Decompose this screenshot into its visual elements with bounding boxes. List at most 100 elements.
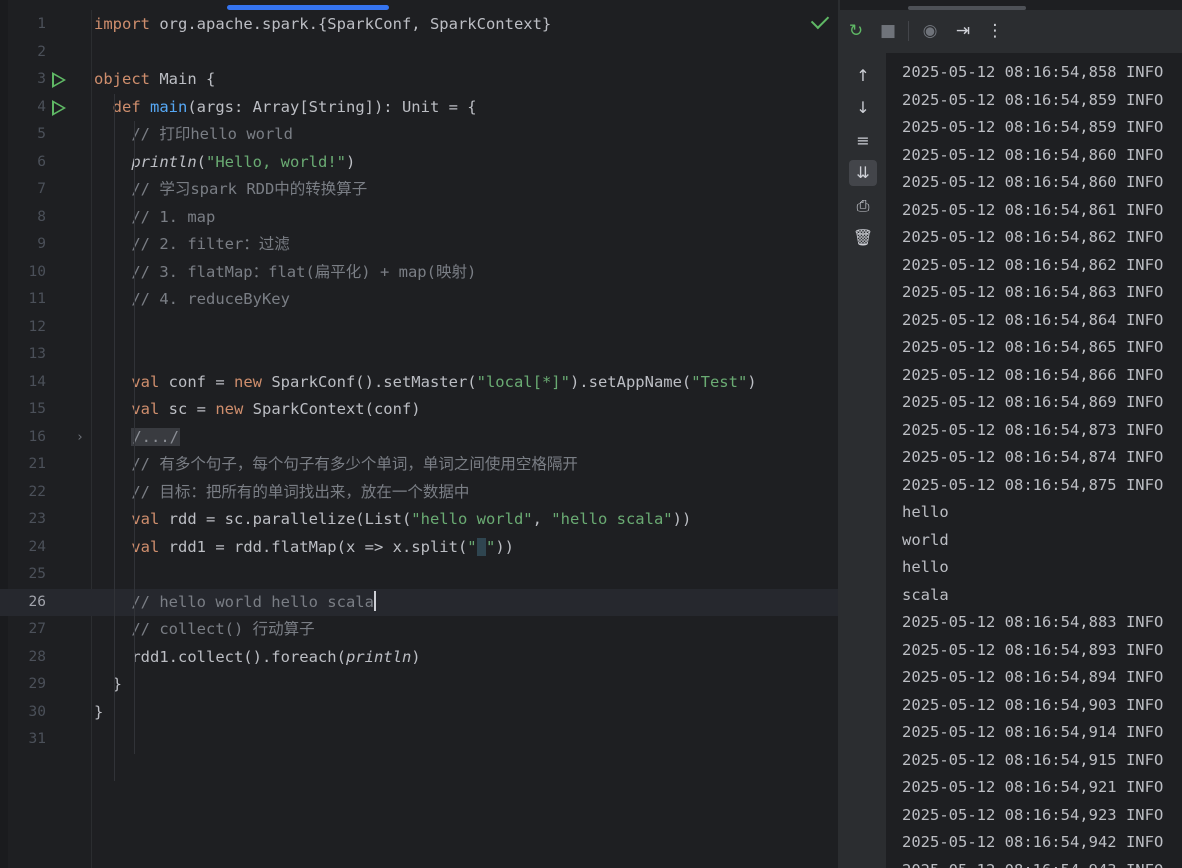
code-line[interactable]: 26 // hello world hello scala (0, 588, 838, 617)
code-line[interactable]: 11 // 4. reduceByKey (0, 286, 838, 314)
line-number[interactable]: 7 (8, 176, 46, 204)
code-text[interactable]: // 目标：把所有的单词找出来，放在一个数据中 (94, 479, 469, 507)
code-line[interactable]: 12 (0, 314, 838, 342)
code-text[interactable]: def main(args: Array[String]): Unit = { (94, 94, 477, 122)
code-line[interactable]: 10 // 3. flatMap：flat(扁平化) + map(映射) (0, 259, 838, 287)
line-number[interactable]: 29 (8, 671, 46, 699)
code-line[interactable]: 14 val conf = new SparkConf().setMaster(… (0, 369, 838, 397)
line-number[interactable]: 31 (8, 726, 46, 754)
code-text[interactable]: val rdd = sc.parallelize(List("hello wor… (94, 506, 691, 534)
code-text[interactable]: val rdd1 = rdd.flatMap(x => x.split(" ")… (94, 534, 514, 562)
code-token: import (94, 15, 150, 33)
rerun-icon[interactable]: ↻ (845, 20, 867, 42)
folded-region[interactable]: /.../ (131, 427, 180, 446)
code-text[interactable]: } (94, 671, 122, 699)
code-text[interactable]: /.../ (94, 424, 180, 452)
line-number[interactable]: 21 (8, 451, 46, 479)
code-text[interactable]: // 4. reduceByKey (94, 286, 290, 314)
line-number[interactable]: 26 (8, 589, 46, 617)
line-number[interactable]: 6 (8, 149, 46, 177)
screenshot-icon[interactable]: ◉ (919, 20, 941, 42)
code-line[interactable]: 22 // 目标：把所有的单词找出来，放在一个数据中 (0, 479, 838, 507)
code-line[interactable]: 21 // 有多个句子，每个句子有多少个单词，单词之间使用空格隔开 (0, 451, 838, 479)
code-text[interactable]: // collect() 行动算子 (94, 616, 314, 644)
line-number[interactable]: 1 (8, 11, 46, 39)
run-gutter-icon[interactable] (52, 72, 66, 88)
code-text[interactable]: // 3. flatMap：flat(扁平化) + map(映射) (94, 259, 476, 287)
code-text[interactable]: } (94, 699, 103, 727)
scroll-up-icon[interactable]: ↑ (849, 63, 877, 89)
code-line[interactable]: 15 val sc = new SparkContext(conf) (0, 396, 838, 424)
code-text[interactable]: // 打印hello world (94, 121, 293, 149)
code-line[interactable]: 1 import org.apache.spark.{SparkConf, Spa… (0, 11, 838, 39)
code-token: " (485, 537, 496, 556)
code-line[interactable]: 25 (0, 561, 838, 589)
line-number[interactable]: 30 (8, 699, 46, 727)
code-line[interactable]: 4 def main(args: Array[String]): Unit = … (0, 94, 838, 122)
code-line[interactable]: 31 (0, 726, 838, 754)
stop-icon[interactable]: ■ (877, 20, 899, 42)
line-number[interactable]: 3 (8, 66, 46, 94)
code-token: // 打印hello world (94, 125, 293, 143)
code-line[interactable]: 28 rdd1.collect().foreach(println) (0, 644, 838, 672)
code-editor[interactable]: 1 import org.apache.spark.{SparkConf, Spa… (0, 0, 838, 868)
run-gutter-icon[interactable] (52, 99, 66, 116)
code-text[interactable]: val sc = new SparkContext(conf) (94, 396, 420, 424)
console-output[interactable]: 2025-05-12 08:16:54,858 INFO 2025-05-12 0… (886, 53, 1182, 868)
line-number[interactable]: 22 (8, 479, 46, 507)
line-number[interactable]: 11 (8, 286, 46, 314)
exit-icon[interactable]: ⇥ (952, 20, 974, 42)
fold-expand-icon[interactable]: › (76, 424, 84, 452)
code-line[interactable]: 8 // 1. map (0, 204, 838, 232)
code-line[interactable]: 23 val rdd = sc.parallelize(List("hello … (0, 506, 838, 534)
clear-console-icon[interactable]: 🗑 (849, 225, 877, 251)
code-line[interactable]: 3 object Main { (0, 66, 838, 94)
code-text[interactable]: object Main { (94, 66, 215, 94)
code-line[interactable]: 6 println("Hello, world!") (0, 149, 838, 177)
code-line[interactable]: 24 val rdd1 = rdd.flatMap(x => x.split("… (0, 534, 838, 562)
line-number[interactable]: 12 (8, 314, 46, 342)
code-line[interactable]: 2 (0, 39, 838, 67)
code-text[interactable]: rdd1.collect().foreach(println) (94, 644, 420, 672)
line-number[interactable]: 2 (8, 39, 46, 67)
line-number[interactable]: 4 (8, 94, 46, 122)
line-number[interactable]: 27 (8, 616, 46, 644)
line-number[interactable]: 13 (8, 341, 46, 369)
code-token: println (131, 152, 197, 171)
line-number[interactable]: 25 (8, 561, 46, 589)
code-line[interactable]: 30} (0, 699, 838, 727)
line-number[interactable]: 24 (8, 534, 46, 562)
line-number[interactable]: 9 (8, 231, 46, 259)
code-text[interactable]: import org.apache.spark.{SparkConf, Spar… (94, 11, 551, 39)
scroll-down-icon[interactable]: ↓ (849, 95, 877, 121)
scroll-to-end-icon[interactable]: ⇊ (849, 160, 877, 186)
code-line[interactable]: 27 // collect() 行动算子 (0, 616, 838, 644)
code-text[interactable]: // hello world hello scala (94, 589, 376, 617)
console-line: 2025-05-12 08:16:54,859 INFO (902, 118, 1164, 136)
line-number[interactable]: 23 (8, 506, 46, 534)
code-text[interactable]: // 2. filter：过滤 (94, 231, 290, 259)
code-token: // 4. reduceByKey (94, 290, 290, 308)
soft-wrap-icon[interactable]: ≡ (849, 128, 877, 154)
code-line[interactable]: 29 } (0, 671, 838, 699)
code-text[interactable]: val conf = new SparkConf().setMaster("lo… (94, 369, 756, 397)
code-text[interactable]: // 有多个句子，每个句子有多少个单词，单词之间使用空格隔开 (94, 451, 578, 479)
code-token: "local[*]" (476, 372, 570, 391)
code-line[interactable]: 13 (0, 341, 838, 369)
print-icon[interactable]: ⎙ (849, 193, 877, 219)
line-number[interactable]: 5 (8, 121, 46, 149)
line-number[interactable]: 15 (8, 396, 46, 424)
code-line[interactable]: 16 › /.../ (0, 424, 838, 452)
line-number[interactable]: 28 (8, 644, 46, 672)
code-line[interactable]: 7 // 学习spark RDD中的转换算子 (0, 176, 838, 204)
line-number[interactable]: 14 (8, 369, 46, 397)
more-options-icon[interactable]: ⋮ (984, 20, 1006, 42)
code-line[interactable]: 5 // 打印hello world (0, 121, 838, 149)
code-text[interactable]: // 1. map (94, 204, 215, 232)
line-number[interactable]: 8 (8, 204, 46, 232)
code-line[interactable]: 9 // 2. filter：过滤 (0, 231, 838, 259)
line-number[interactable]: 10 (8, 259, 46, 287)
line-number[interactable]: 16 (8, 424, 46, 452)
console-line: 2025-05-12 08:16:54,865 INFO (902, 338, 1164, 356)
